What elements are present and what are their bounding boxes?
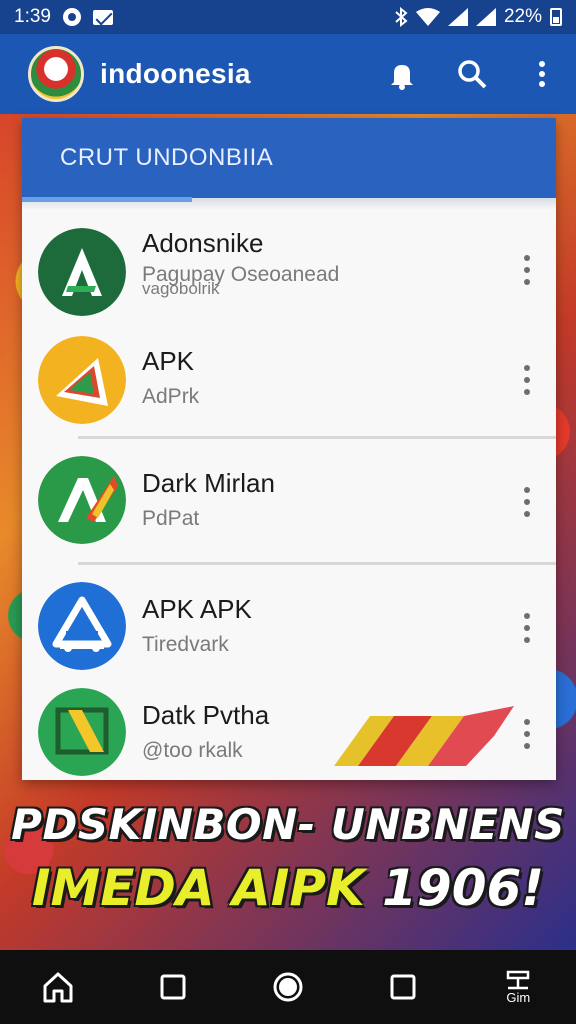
item-subtitle: AdPrk bbox=[142, 385, 200, 408]
item-subtitle: @too rkalk bbox=[142, 739, 243, 762]
divider bbox=[78, 562, 556, 565]
battery-icon bbox=[550, 8, 562, 26]
home-icon bbox=[43, 972, 73, 1003]
back-button[interactable] bbox=[143, 957, 203, 1017]
item-title: Dark Mirlan bbox=[142, 468, 275, 498]
home-circle-button[interactable] bbox=[258, 957, 318, 1017]
promo-banner: PDSKINBON- UNBNENS IMEDA AIPK 1906! bbox=[0, 790, 576, 950]
item-title: Datk Pvtha bbox=[142, 700, 270, 730]
divider bbox=[78, 436, 556, 439]
item-menu-button[interactable] bbox=[520, 487, 534, 517]
mail-icon bbox=[92, 9, 113, 25]
square-icon bbox=[160, 974, 186, 1000]
search-icon bbox=[458, 60, 487, 89]
app-title: indoonesia bbox=[100, 58, 251, 89]
notification-icon bbox=[62, 8, 81, 26]
status-time: 1:39 bbox=[14, 6, 51, 27]
blue-a-icon bbox=[38, 582, 126, 670]
item-menu-button[interactable] bbox=[520, 365, 534, 395]
item-menu-button[interactable] bbox=[520, 613, 534, 643]
banner-line-2: IMEDA AIPK 1906! bbox=[0, 859, 576, 917]
search-button[interactable] bbox=[454, 56, 490, 92]
tab-header[interactable]: CRUT UNDONBIIA bbox=[22, 118, 556, 202]
list-item[interactable]: Dark Mirlan PdPat bbox=[22, 452, 556, 552]
bluetooth-icon bbox=[395, 7, 408, 27]
item-title: Adonsnike bbox=[142, 228, 264, 258]
item-subtitle: PdPat bbox=[142, 507, 200, 530]
status-bar: 1:39 22% bbox=[0, 0, 576, 34]
list-item[interactable]: APK APK Tiredvark bbox=[22, 578, 556, 678]
item-menu-button[interactable] bbox=[520, 719, 534, 749]
extra-nav-button[interactable]: Gim bbox=[488, 957, 548, 1017]
wifi-icon bbox=[415, 8, 440, 26]
signal-icon bbox=[447, 8, 468, 26]
extra-nav-label: Gim bbox=[506, 989, 531, 1005]
list-item[interactable]: APK AdPrk bbox=[22, 330, 556, 430]
item-title: APK bbox=[142, 346, 195, 376]
tab-indicator bbox=[22, 197, 192, 202]
item-menu-button[interactable] bbox=[520, 255, 534, 285]
home-button[interactable] bbox=[28, 957, 88, 1017]
item-subtitle: Tiredvark bbox=[142, 633, 229, 656]
grid-icon bbox=[507, 970, 530, 989]
green-a-icon bbox=[38, 228, 126, 316]
recents-icon bbox=[390, 974, 416, 1000]
banner-line-1: PDSKINBON- UNBNENS bbox=[11, 800, 565, 849]
list-item[interactable]: Adonsnike Pagupay Oseoanead vagobolrik bbox=[22, 220, 556, 320]
navigation-bar: Gim bbox=[0, 950, 576, 1024]
green-arrow-a-icon bbox=[38, 456, 126, 544]
battery-percent: 22% bbox=[503, 6, 542, 27]
notifications-button[interactable] bbox=[384, 56, 420, 92]
recents-button[interactable] bbox=[373, 957, 433, 1017]
app-list-card: CRUT UNDONBIIA Adonsnike Pagupay Oseoane… bbox=[22, 118, 556, 780]
yellow-a-icon bbox=[38, 336, 126, 424]
item-title: APK APK bbox=[142, 594, 252, 624]
banner-line-2-text: IMEDA AIPK bbox=[31, 859, 383, 917]
app-bar: indoonesia bbox=[0, 34, 576, 114]
decorative-ribbon bbox=[334, 706, 514, 766]
more-vert-icon bbox=[539, 61, 545, 87]
more-options-button[interactable] bbox=[524, 56, 560, 92]
app-logo bbox=[28, 46, 84, 102]
green-square-icon bbox=[38, 688, 126, 776]
bell-icon bbox=[391, 65, 413, 90]
tab-label: CRUT UNDONBIIA bbox=[60, 144, 274, 171]
signal-icon-2 bbox=[475, 8, 496, 26]
banner-line-2-number: 1906! bbox=[382, 859, 545, 917]
circle-icon bbox=[273, 972, 303, 1002]
